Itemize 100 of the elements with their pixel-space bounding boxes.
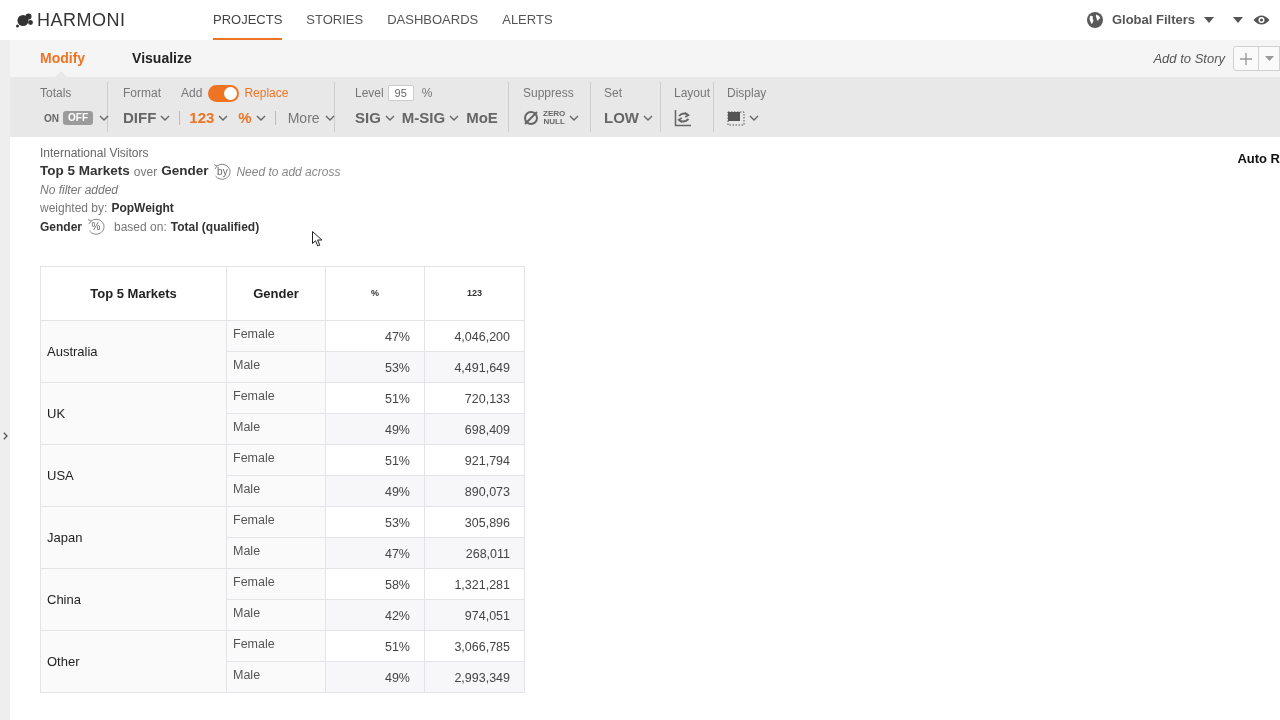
toolbar-label: Format bbox=[123, 85, 161, 102]
based-on-label: based on: bbox=[114, 218, 167, 236]
column-header[interactable]: Gender bbox=[226, 266, 326, 321]
swap-by-button[interactable]: by bbox=[212, 162, 233, 181]
toolbar-label: Suppress bbox=[523, 85, 574, 102]
column-header[interactable]: % bbox=[325, 266, 425, 321]
chevron-down-icon[interactable] bbox=[99, 115, 109, 121]
row-header-cell: Female bbox=[226, 630, 326, 662]
level-input[interactable]: 95 bbox=[387, 85, 414, 101]
filter-text: No filter added bbox=[40, 182, 119, 199]
table-cell: 47% bbox=[325, 320, 425, 352]
table-cell: 49% bbox=[325, 661, 425, 693]
set-dropdown[interactable]: LOW bbox=[604, 106, 653, 130]
table-cell: 3,066,785 bbox=[424, 630, 525, 662]
nav-tab[interactable]: DASHBOARDS bbox=[387, 0, 479, 40]
caret-down-icon[interactable] bbox=[1204, 17, 1214, 23]
dropdown-button[interactable] bbox=[1259, 46, 1280, 71]
row-variable: Top 5 Markets bbox=[40, 162, 130, 181]
table-cell: 921,794 bbox=[424, 444, 525, 476]
toolbar-label: Display bbox=[727, 85, 767, 102]
row-header-cell: Female bbox=[226, 444, 326, 476]
chevron-down-icon[interactable] bbox=[255, 115, 266, 121]
row-header-cell: Male bbox=[226, 413, 326, 445]
table-cell: 51% bbox=[325, 630, 425, 662]
row-header-cell: Female bbox=[226, 382, 326, 414]
row-header-cell: Male bbox=[226, 475, 326, 507]
toolbar-label: Level bbox=[355, 85, 384, 102]
row-header-cell: Male bbox=[226, 661, 326, 693]
table-cell: 1,321,281 bbox=[424, 568, 525, 600]
table-cell: 4,046,200 bbox=[424, 320, 525, 352]
report-title: International Visitors bbox=[40, 145, 149, 162]
caret-down-icon bbox=[1264, 56, 1274, 61]
chevron-down-icon[interactable] bbox=[449, 115, 460, 121]
table-cell: 698,409 bbox=[424, 413, 525, 445]
table-cell: 53% bbox=[325, 351, 425, 383]
add-replace-switch[interactable] bbox=[208, 84, 240, 102]
table-cell: 51% bbox=[325, 444, 425, 476]
plus-icon bbox=[1240, 52, 1252, 65]
row-header-cell: Other bbox=[40, 630, 227, 693]
table-cell: 49% bbox=[325, 475, 425, 507]
significance-dropdown[interactable]: M-SIG bbox=[401, 106, 460, 130]
table-cell: 53% bbox=[325, 506, 425, 538]
layout-swap-icon[interactable] bbox=[674, 109, 692, 127]
eye-icon[interactable] bbox=[1253, 14, 1270, 26]
row-header-cell: UK bbox=[40, 382, 227, 445]
format-dropdown[interactable]: DIFF bbox=[123, 106, 171, 130]
table-cell: 51% bbox=[325, 382, 425, 414]
nav-tab[interactable]: ALERTS bbox=[502, 0, 553, 40]
base-value: Total (qualified) bbox=[170, 218, 260, 236]
view-tab[interactable]: Visualize bbox=[132, 40, 192, 77]
table-cell: 49% bbox=[325, 413, 425, 445]
row-header-cell: USA bbox=[40, 444, 227, 507]
unit-label: % bbox=[421, 85, 433, 102]
margin-of-error-button[interactable]: MoE bbox=[466, 106, 498, 130]
table-cell: 305,896 bbox=[424, 506, 525, 538]
circle-slash-icon bbox=[523, 110, 539, 126]
row-header-cell: Male bbox=[226, 351, 326, 383]
add-to-story-label: Add to Story bbox=[1153, 49, 1225, 68]
table-cell: 720,133 bbox=[424, 382, 525, 414]
chevron-down-icon[interactable] bbox=[643, 115, 653, 121]
weighted-by-label: weighted by: bbox=[40, 200, 108, 217]
chevron-right-icon[interactable] bbox=[2, 432, 8, 440]
table-cell: 890,073 bbox=[424, 475, 525, 507]
globe-icon[interactable] bbox=[1086, 12, 1103, 28]
table-cell: 974,051 bbox=[424, 599, 525, 631]
nav-tab[interactable]: STORIES bbox=[306, 0, 364, 40]
chevron-down-icon[interactable] bbox=[160, 115, 171, 121]
global-filters-dropdown[interactable]: Global Filters bbox=[1111, 10, 1214, 30]
more-dropdown[interactable]: More bbox=[287, 107, 335, 129]
row-header-cell: Male bbox=[226, 599, 326, 631]
chevron-down-icon[interactable] bbox=[569, 115, 580, 121]
table-cell: 4,491,649 bbox=[424, 351, 525, 383]
connector-text: over bbox=[133, 163, 158, 181]
row-header-cell: Female bbox=[226, 568, 326, 600]
toolbar-label: Replace bbox=[244, 85, 289, 102]
row-header-cell: Male bbox=[226, 537, 326, 569]
table-cell: 47% bbox=[325, 537, 425, 569]
display-mode-icon bbox=[727, 110, 745, 126]
toolbar-label: Add bbox=[181, 85, 203, 102]
hint-text: Need to add across bbox=[236, 163, 341, 181]
logo-text: HARMONI bbox=[37, 11, 126, 29]
display-dropdown[interactable] bbox=[727, 110, 759, 126]
chevron-down-icon[interactable] bbox=[324, 115, 335, 121]
table-cell: 42% bbox=[325, 599, 425, 631]
significance-dropdown[interactable]: SIG bbox=[355, 106, 395, 130]
weight-value: PopWeight bbox=[111, 200, 174, 217]
chevron-down-icon[interactable] bbox=[218, 115, 229, 121]
row-header-cell: Female bbox=[226, 506, 326, 538]
toolbar-label: Layout bbox=[674, 85, 711, 102]
chevron-down-icon[interactable] bbox=[749, 115, 759, 121]
toolbar-label: Set bbox=[604, 85, 622, 102]
percent-base-button[interactable]: % bbox=[86, 217, 106, 236]
chevron-down-icon[interactable] bbox=[384, 115, 395, 121]
caret-down-icon[interactable] bbox=[1233, 17, 1243, 23]
panel-label: Auto R bbox=[1237, 150, 1280, 168]
suppress-dropdown[interactable]: ZERO NULL bbox=[523, 110, 580, 126]
column-header[interactable]: 123 bbox=[424, 266, 525, 321]
percent-variable: Gender bbox=[40, 218, 82, 236]
column-header[interactable]: Top 5 Markets bbox=[40, 266, 227, 321]
mouse-pointer-icon bbox=[312, 231, 323, 247]
